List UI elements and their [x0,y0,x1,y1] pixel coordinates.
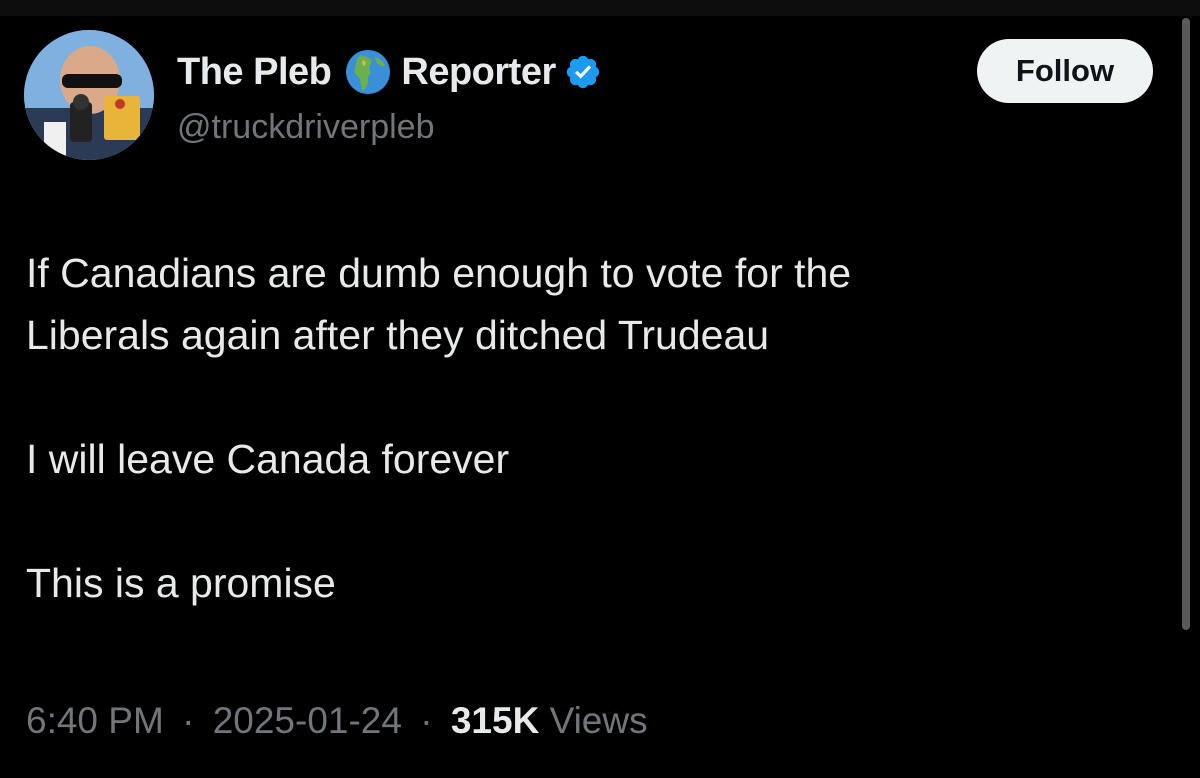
tweet-line: This is a promise [26,560,336,606]
author-handle[interactable]: @truckdriverpleb [177,108,435,147]
tweet-meta: 6:40 PM · 2025-01-24 · 315K Views [26,700,648,742]
author-name-part2[interactable]: Reporter [401,51,556,94]
tweet-line: I will leave Canada forever [26,436,510,482]
tweet-card: The Pleb Reporter @truckdriverpleb Follo… [0,0,1200,778]
tweet-line: Liberals again after they ditched Trudea… [26,312,770,358]
views-label: Views [549,700,648,741]
scrollbar[interactable] [1182,18,1190,630]
verified-badge-icon[interactable] [564,53,602,91]
top-bar [0,0,1200,16]
tweet-time[interactable]: 6:40 PM [26,700,164,741]
tweet-date[interactable]: 2025-01-24 [213,700,402,741]
author-name-part1[interactable]: The Pleb [177,51,332,94]
avatar[interactable] [24,30,154,160]
follow-button[interactable]: Follow [977,39,1153,103]
meta-separator: · [420,700,433,741]
tweet-text: If Canadians are dumb enough to vote for… [26,242,1146,614]
avatar-image [24,30,154,160]
views-count[interactable]: 315K [451,700,539,741]
author-name[interactable]: The Pleb Reporter [177,50,602,94]
tweet-line: If Canadians are dumb enough to vote for… [26,250,852,296]
globe-europe-africa-icon [343,47,393,97]
meta-separator: · [182,700,195,741]
